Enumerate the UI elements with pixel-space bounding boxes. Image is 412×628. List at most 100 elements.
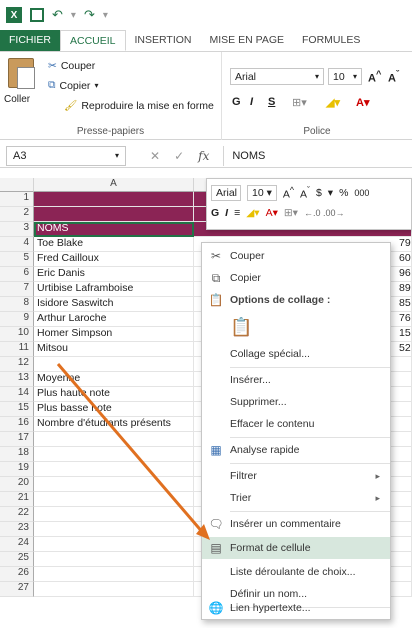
save-icon[interactable]: [30, 8, 44, 22]
borders-icon[interactable]: ⊞▾: [284, 207, 298, 219]
partial-value-cell[interactable]: 76: [396, 312, 412, 327]
column-header-a[interactable]: A: [34, 178, 194, 192]
fill-color-icon[interactable]: ◢▾: [326, 96, 340, 109]
cell-a26[interactable]: [34, 567, 194, 582]
shrink-font-icon[interactable]: Aˇ: [300, 185, 310, 201]
row-header[interactable]: 2: [0, 207, 34, 222]
menu-item-quick-analysis[interactable]: ▦ Analyse rapide: [202, 439, 390, 461]
menu-item-dropdown-list[interactable]: Liste déroulante de choix...: [202, 561, 390, 583]
mini-font-size[interactable]: 10 ▾: [247, 185, 277, 201]
tab-file[interactable]: FICHIER: [0, 30, 60, 51]
insert-function-button[interactable]: fx: [198, 149, 209, 163]
row-header[interactable]: 25: [0, 552, 34, 567]
row-header[interactable]: 23: [0, 522, 34, 537]
cut-button[interactable]: ✂ Couper: [48, 60, 95, 72]
cell-a23[interactable]: [34, 522, 194, 537]
format-painter-button[interactable]: 🖌 Reproduire la mise en forme: [64, 99, 214, 113]
tab-page-layout[interactable]: MISE EN PAGE: [201, 30, 294, 51]
menu-paste-option[interactable]: 📋: [202, 313, 390, 341]
row-header[interactable]: 12: [0, 357, 34, 372]
redo-icon[interactable]: ↷: [84, 7, 95, 23]
row-header[interactable]: 6: [0, 267, 34, 282]
percent-button[interactable]: %: [339, 187, 348, 199]
partial-value-cell[interactable]: 15: [396, 327, 412, 342]
partial-value-cell[interactable]: 79: [396, 237, 412, 252]
decimal-icon[interactable]: ←.0 .00→: [304, 208, 345, 218]
cell-a5[interactable]: Fred Cailloux: [34, 252, 194, 267]
paste-option-icon[interactable]: 📋: [230, 317, 252, 338]
row-header[interactable]: 27: [0, 582, 34, 597]
font-size-select[interactable]: 10 ▾: [328, 68, 362, 85]
bold-button[interactable]: G: [232, 96, 241, 108]
row-header[interactable]: 26: [0, 567, 34, 582]
undo-dropdown-icon[interactable]: ▾: [71, 10, 76, 21]
thousands-button[interactable]: 000: [354, 188, 369, 198]
enter-icon[interactable]: ✓: [174, 149, 184, 163]
menu-item-cut[interactable]: ✂ Couper: [202, 245, 390, 267]
paste-icon[interactable]: [8, 58, 35, 89]
menu-item-delete[interactable]: Supprimer...: [202, 391, 390, 413]
select-all-corner[interactable]: [0, 178, 34, 192]
tab-formulas[interactable]: FORMULES: [293, 30, 369, 51]
row-header[interactable]: 11: [0, 342, 34, 357]
menu-item-sort[interactable]: Trier ▸: [202, 487, 390, 509]
cell-a17[interactable]: [34, 432, 194, 447]
menu-item-hyperlink[interactable]: 🌐 Lien hypertexte...: [202, 597, 390, 619]
row-header[interactable]: 17: [0, 432, 34, 447]
row-header[interactable]: 18: [0, 447, 34, 462]
menu-item-insert[interactable]: Insérer...: [202, 369, 390, 391]
customize-qat-icon[interactable]: ▾: [103, 10, 108, 21]
partial-value-cell[interactable]: 85: [396, 297, 412, 312]
cell-a19[interactable]: [34, 462, 194, 477]
formula-input[interactable]: NOMS: [223, 145, 412, 166]
row-header[interactable]: 8: [0, 297, 34, 312]
font-color-icon[interactable]: A▾: [356, 96, 369, 109]
row-header[interactable]: 3: [0, 222, 34, 237]
row-header[interactable]: 22: [0, 507, 34, 522]
menu-item-filter[interactable]: Filtrer ▸: [202, 465, 390, 487]
partial-value-cell[interactable]: 96: [396, 267, 412, 282]
row-header[interactable]: 5: [0, 252, 34, 267]
cell-a24[interactable]: [34, 537, 194, 552]
copy-button[interactable]: ⧉ Copier ▾: [48, 79, 98, 92]
font-color-icon[interactable]: A▾: [266, 207, 278, 219]
cell-a7[interactable]: Urtibise Laframboise: [34, 282, 194, 297]
align-icon[interactable]: ≡: [234, 207, 240, 219]
cell-a25[interactable]: [34, 552, 194, 567]
cell-a16[interactable]: Nombre d'étudiants présents: [34, 417, 194, 432]
tab-insert[interactable]: INSERTION: [126, 30, 201, 51]
partial-value-cell[interactable]: 52: [396, 342, 412, 357]
grow-font-icon[interactable]: A^: [283, 185, 294, 201]
italic-button[interactable]: I: [225, 207, 228, 219]
row-header[interactable]: 15: [0, 402, 34, 417]
row-header[interactable]: 13: [0, 372, 34, 387]
cell-a18[interactable]: [34, 447, 194, 462]
italic-button[interactable]: I: [250, 96, 253, 108]
tab-home[interactable]: ACCUEIL: [60, 30, 126, 51]
row-header[interactable]: 9: [0, 312, 34, 327]
row-header[interactable]: 4: [0, 237, 34, 252]
cell-a11[interactable]: Mitsou: [34, 342, 194, 357]
cell-a10[interactable]: Homer Simpson: [34, 327, 194, 342]
menu-item-format-cells[interactable]: ▤ Format de cellule: [202, 537, 390, 559]
cell-a21[interactable]: [34, 492, 194, 507]
mini-font-name[interactable]: Arial: [211, 185, 241, 201]
undo-icon[interactable]: ↶: [52, 7, 63, 23]
cell-a1[interactable]: [34, 192, 194, 207]
menu-item-copy[interactable]: ⧉ Copier: [202, 267, 390, 289]
currency-button[interactable]: $: [316, 187, 322, 199]
font-name-select[interactable]: Arial ▾: [230, 68, 324, 85]
cell-a8[interactable]: Isidore Saswitch: [34, 297, 194, 312]
cell-a14[interactable]: Plus haute note: [34, 387, 194, 402]
cell-a2[interactable]: [34, 207, 194, 222]
row-header[interactable]: 10: [0, 327, 34, 342]
row-header[interactable]: 7: [0, 282, 34, 297]
paste-button[interactable]: Coller: [4, 94, 30, 105]
name-box[interactable]: A3 ▾: [6, 145, 126, 166]
grow-font-icon[interactable]: A^: [368, 69, 381, 85]
cell-a6[interactable]: Eric Danis: [34, 267, 194, 282]
menu-item-insert-comment[interactable]: 🗨 Insérer un commentaire: [202, 513, 390, 535]
row-header[interactable]: 14: [0, 387, 34, 402]
cell-a9[interactable]: Arthur Laroche: [34, 312, 194, 327]
row-header[interactable]: 19: [0, 462, 34, 477]
